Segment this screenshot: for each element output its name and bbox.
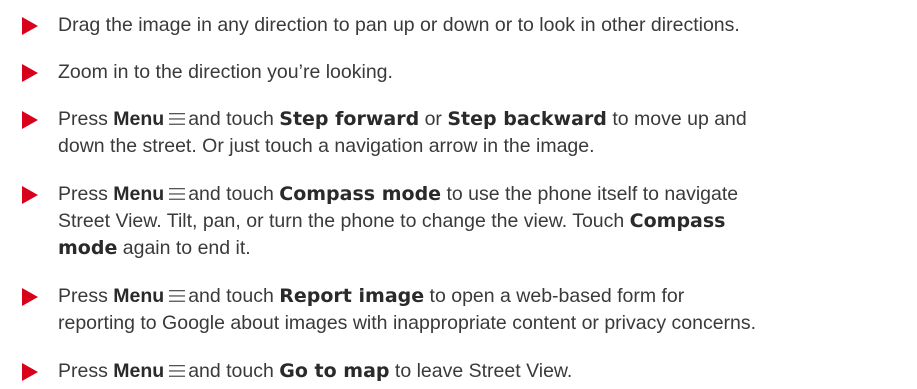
item-2-text: Zoom in to the direction you’re looking. [58,61,393,83]
item-1-text: Drag the image in any direction to pan u… [58,14,740,36]
list-item-text: Press Menu and touch Step forward or Step… [58,106,903,160]
item-4-line-3: mode again to end it. [58,237,251,259]
menu-label: Menu [113,183,165,205]
list-item-text: Drag the image in any direction to pan u… [58,12,903,39]
menu-lines-icon [169,113,186,125]
menu-label: Menu [113,285,165,307]
list-item-text: Press Menu and touch Compass mode to use … [58,181,903,262]
mode-label: mode [58,237,118,259]
menu-label: Menu [113,108,165,130]
item-4-line-1: Press Menu and touch Compass mode to use … [58,183,739,205]
item-3-line-1: Press Menu and touch Step forward or Step… [58,108,747,130]
step-forward-label: Step forward [279,108,420,130]
menu-label: Menu [113,360,165,382]
list-item-text: Press Menu and touch Go to map to leave S… [58,358,903,385]
item-5-line-2: reporting to Google about images with in… [58,312,757,334]
bullet-arrow-icon [22,186,38,204]
menu-lines-icon [169,290,186,302]
item-5-line-1: Press Menu and touch Report image to open… [58,285,685,307]
compass-mode-label: Compass mode [279,183,442,205]
bullet-arrow-icon [22,17,38,35]
bullet-arrow-icon [22,111,38,129]
report-image-label: Report image [279,285,425,307]
instruction-list: Drag the image in any direction to pan u… [0,0,917,389]
bullet-arrow-icon [22,363,38,381]
item-6-line-1: Press Menu and touch Go to map to leave S… [58,360,573,382]
menu-lines-icon [169,188,186,200]
go-to-map-label: Go to map [279,360,390,382]
compass-label: Compass [629,210,726,232]
bullet-arrow-icon [22,288,38,306]
bullet-arrow-icon [22,64,38,82]
item-4-line-2: Street View. Tilt, pan, or turn the phon… [58,210,726,232]
list-item-text: Zoom in to the direction you’re looking. [58,59,903,86]
list-item-text: Press Menu and touch Report image to open… [58,283,903,337]
menu-lines-icon [169,365,186,377]
step-backward-label: Step backward [447,108,607,130]
item-3-line-2: down the street. Or just touch a navigat… [58,135,595,157]
